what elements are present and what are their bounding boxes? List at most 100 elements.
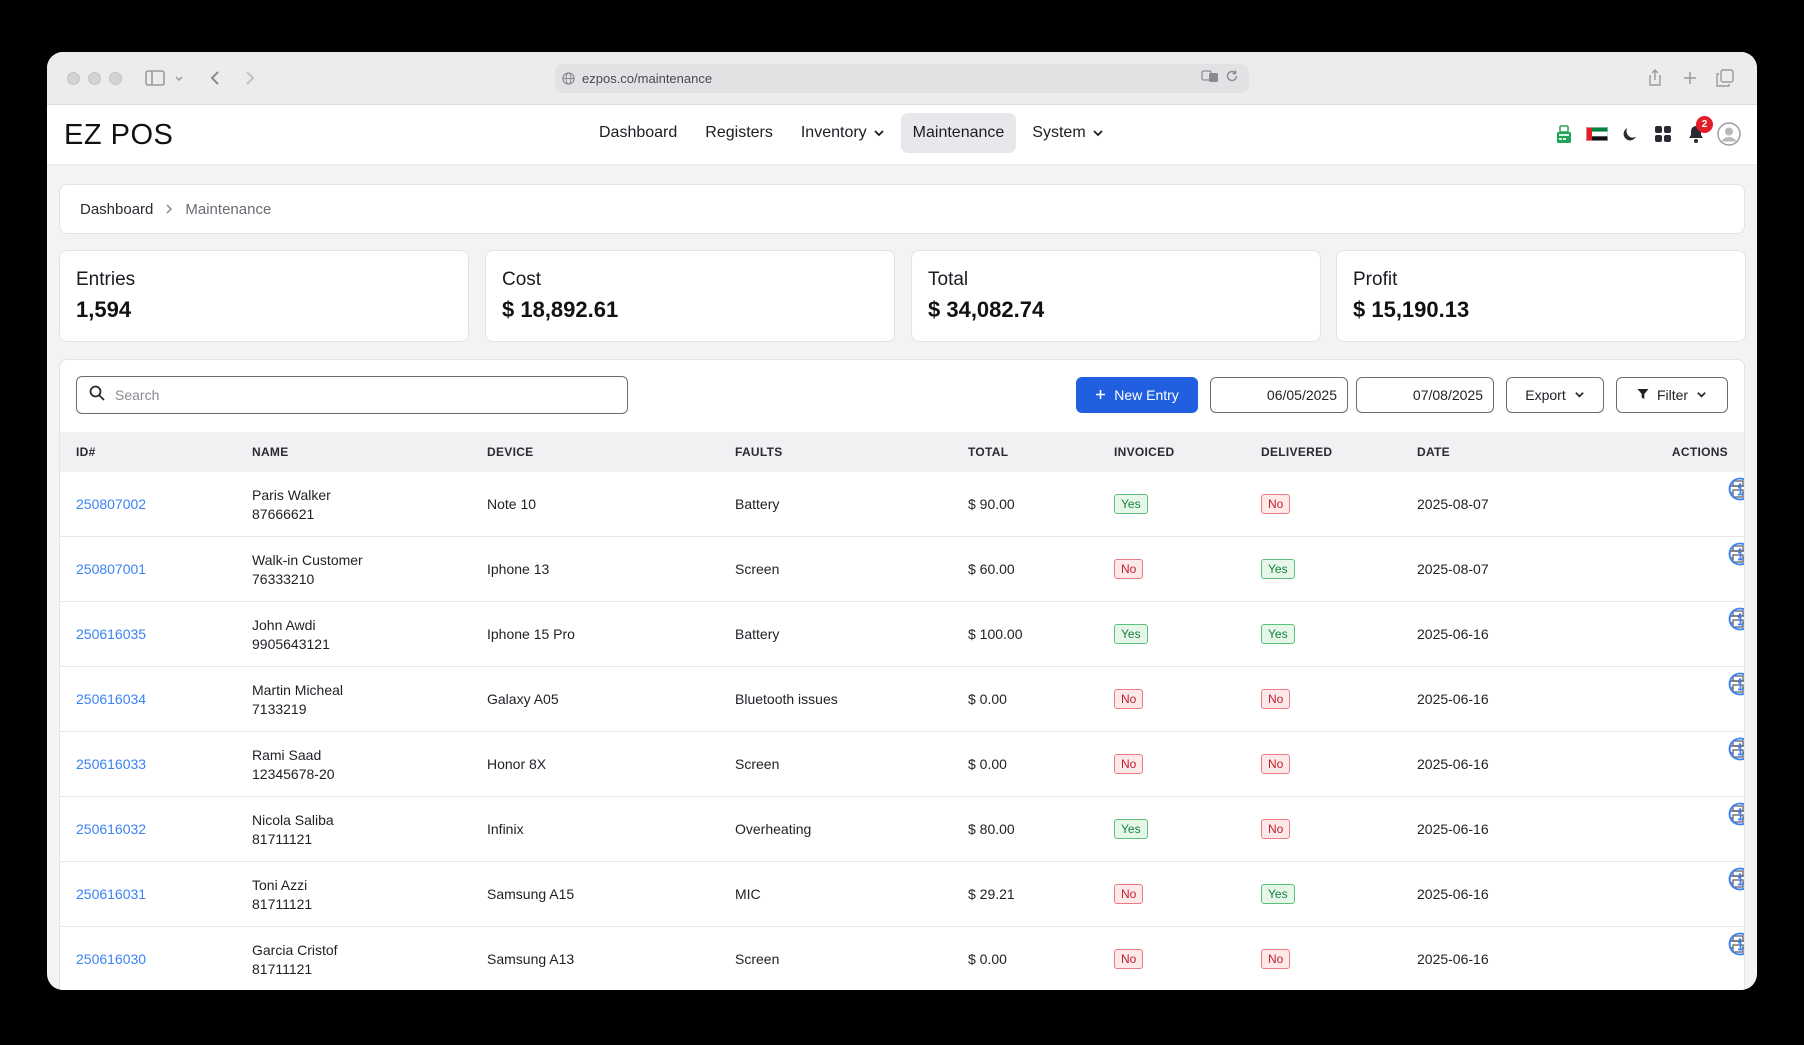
cash-register-icon[interactable] bbox=[1552, 121, 1576, 147]
apps-grid-icon[interactable] bbox=[1651, 121, 1675, 147]
customer-phone: 12345678-20 bbox=[252, 766, 335, 782]
customer-phone: 9905643121 bbox=[252, 636, 330, 652]
nav-registers[interactable]: Registers bbox=[693, 113, 785, 153]
minimize-window-button[interactable] bbox=[88, 72, 101, 85]
close-window-button[interactable] bbox=[67, 72, 80, 85]
info-icon[interactable] bbox=[1728, 542, 1744, 569]
filter-label: Filter bbox=[1656, 387, 1689, 403]
nav-system[interactable]: System bbox=[1020, 113, 1115, 153]
info-icon[interactable] bbox=[1728, 802, 1744, 829]
reload-icon[interactable] bbox=[1225, 69, 1239, 88]
customer-name: Garcia Cristof bbox=[252, 942, 338, 958]
tab-overview-icon[interactable] bbox=[1713, 66, 1737, 90]
stat-label: Profit bbox=[1353, 269, 1398, 290]
info-icon[interactable] bbox=[1728, 737, 1744, 764]
device-cell: Note 10 bbox=[487, 496, 537, 512]
search-box[interactable] bbox=[76, 376, 628, 414]
filter-dropdown[interactable]: Filter bbox=[1616, 377, 1728, 413]
app-logo[interactable]: EZ POS bbox=[64, 119, 173, 152]
address-bar[interactable]: ezpos.co/maintenance bbox=[555, 64, 1249, 93]
chevron-down-icon bbox=[1696, 387, 1707, 403]
device-cell: Honor 8X bbox=[487, 756, 547, 772]
dark-mode-moon-icon[interactable] bbox=[1618, 121, 1642, 147]
stat-label: Cost bbox=[502, 269, 542, 290]
nav-inventory[interactable]: Inventory bbox=[789, 113, 897, 153]
translate-icon[interactable] bbox=[1201, 69, 1219, 88]
date-to-value: 07/08/2025 bbox=[1412, 387, 1483, 403]
total-cell: $ 90.00 bbox=[968, 496, 1015, 512]
total-cell: $ 60.00 bbox=[968, 561, 1015, 577]
search-icon bbox=[89, 385, 105, 406]
col-total[interactable]: TOTAL bbox=[968, 445, 1008, 459]
share-icon[interactable] bbox=[1643, 66, 1667, 90]
customer-name: Walk-in Customer bbox=[252, 552, 363, 568]
total-cell: $ 0.00 bbox=[968, 756, 1007, 772]
device-cell: Samsung A13 bbox=[487, 951, 575, 967]
chevron-down-icon bbox=[1093, 130, 1103, 137]
entry-id-link[interactable]: 250616030 bbox=[76, 951, 146, 967]
breadcrumb: Dashboard Maintenance bbox=[59, 184, 1745, 234]
device-cell: Galaxy A05 bbox=[487, 691, 559, 707]
customer-cell: Garcia Cristof 81711121 bbox=[252, 941, 338, 979]
col-faults[interactable]: FAULTS bbox=[735, 445, 783, 459]
notifications-bell-icon[interactable]: 2 bbox=[1684, 116, 1713, 147]
customer-cell: Paris Walker 87666621 bbox=[252, 486, 331, 524]
faults-cell: Battery bbox=[735, 496, 780, 512]
uae-flag-icon[interactable] bbox=[1585, 121, 1609, 147]
entry-id-link[interactable]: 250616035 bbox=[76, 626, 146, 642]
table-row: 250616034 Martin Micheal 7133219 Galaxy A05… bbox=[60, 667, 1744, 732]
chevron-down-icon bbox=[1574, 387, 1585, 403]
faults-cell: Screen bbox=[735, 951, 780, 967]
entry-id-link[interactable]: 250616033 bbox=[76, 756, 146, 772]
info-icon[interactable] bbox=[1728, 607, 1744, 634]
back-arrow-icon[interactable] bbox=[203, 66, 227, 90]
info-icon[interactable] bbox=[1728, 672, 1744, 699]
customer-name: Toni Azzi bbox=[252, 877, 308, 893]
entry-id-link[interactable]: 250807002 bbox=[76, 496, 146, 512]
col-device[interactable]: DEVICE bbox=[487, 445, 533, 459]
faults-cell: Battery bbox=[735, 626, 780, 642]
col-id[interactable]: ID# bbox=[76, 445, 96, 459]
maximize-window-button[interactable] bbox=[109, 72, 122, 85]
new-tab-icon[interactable] bbox=[1678, 66, 1702, 90]
export-dropdown[interactable]: Export bbox=[1506, 377, 1604, 413]
customer-name: Rami Saad bbox=[252, 747, 322, 763]
customer-name: Nicola Saliba bbox=[252, 812, 334, 828]
date-from-field[interactable]: 06/05/2025 bbox=[1210, 377, 1348, 413]
col-delivered[interactable]: DELIVERED bbox=[1261, 445, 1332, 459]
chevron-down-icon[interactable] bbox=[167, 66, 191, 90]
user-avatar-icon[interactable] bbox=[1717, 121, 1741, 147]
new-entry-button[interactable]: New Entry bbox=[1076, 377, 1198, 413]
entry-id-link[interactable]: 250616032 bbox=[76, 821, 146, 837]
nav-label: System bbox=[1032, 124, 1086, 141]
col-invoiced[interactable]: INVOICED bbox=[1114, 445, 1174, 459]
stat-card-entries: Entries 1,594 bbox=[59, 250, 469, 342]
date-cell: 2025-06-16 bbox=[1417, 626, 1489, 642]
search-input[interactable] bbox=[115, 387, 595, 403]
breadcrumb-dashboard-link[interactable]: Dashboard bbox=[80, 201, 153, 218]
stat-value: $ 34,082.74 bbox=[928, 297, 1045, 322]
total-cell: $ 0.00 bbox=[968, 691, 1007, 707]
entry-id-link[interactable]: 250807001 bbox=[76, 561, 146, 577]
info-icon[interactable] bbox=[1728, 867, 1744, 894]
entry-id-link[interactable]: 250616031 bbox=[76, 886, 146, 902]
customer-phone: 81711121 bbox=[252, 961, 313, 977]
forward-arrow-icon[interactable] bbox=[238, 66, 262, 90]
window-controls[interactable] bbox=[67, 72, 122, 85]
info-icon[interactable] bbox=[1728, 932, 1744, 959]
nav-dashboard[interactable]: Dashboard bbox=[587, 113, 689, 153]
date-cell: 2025-06-16 bbox=[1417, 951, 1489, 967]
total-cell: $ 100.00 bbox=[968, 626, 1023, 642]
col-name[interactable]: NAME bbox=[252, 445, 289, 459]
invoiced-status-badge: Yes bbox=[1114, 624, 1148, 644]
nav-maintenance[interactable]: Maintenance bbox=[900, 113, 1017, 153]
date-to-field[interactable]: 07/08/2025 bbox=[1356, 377, 1494, 413]
date-from-value: 06/05/2025 bbox=[1266, 387, 1337, 403]
sidebar-toggle-icon[interactable] bbox=[143, 66, 167, 90]
col-date[interactable]: DATE bbox=[1417, 445, 1450, 459]
info-icon[interactable] bbox=[1728, 477, 1744, 504]
customer-name: Martin Micheal bbox=[252, 682, 344, 698]
invoiced-status-badge: No bbox=[1114, 559, 1144, 579]
entry-id-link[interactable]: 250616034 bbox=[76, 691, 146, 707]
customer-cell: Nicola Saliba 81711121 bbox=[252, 811, 334, 849]
